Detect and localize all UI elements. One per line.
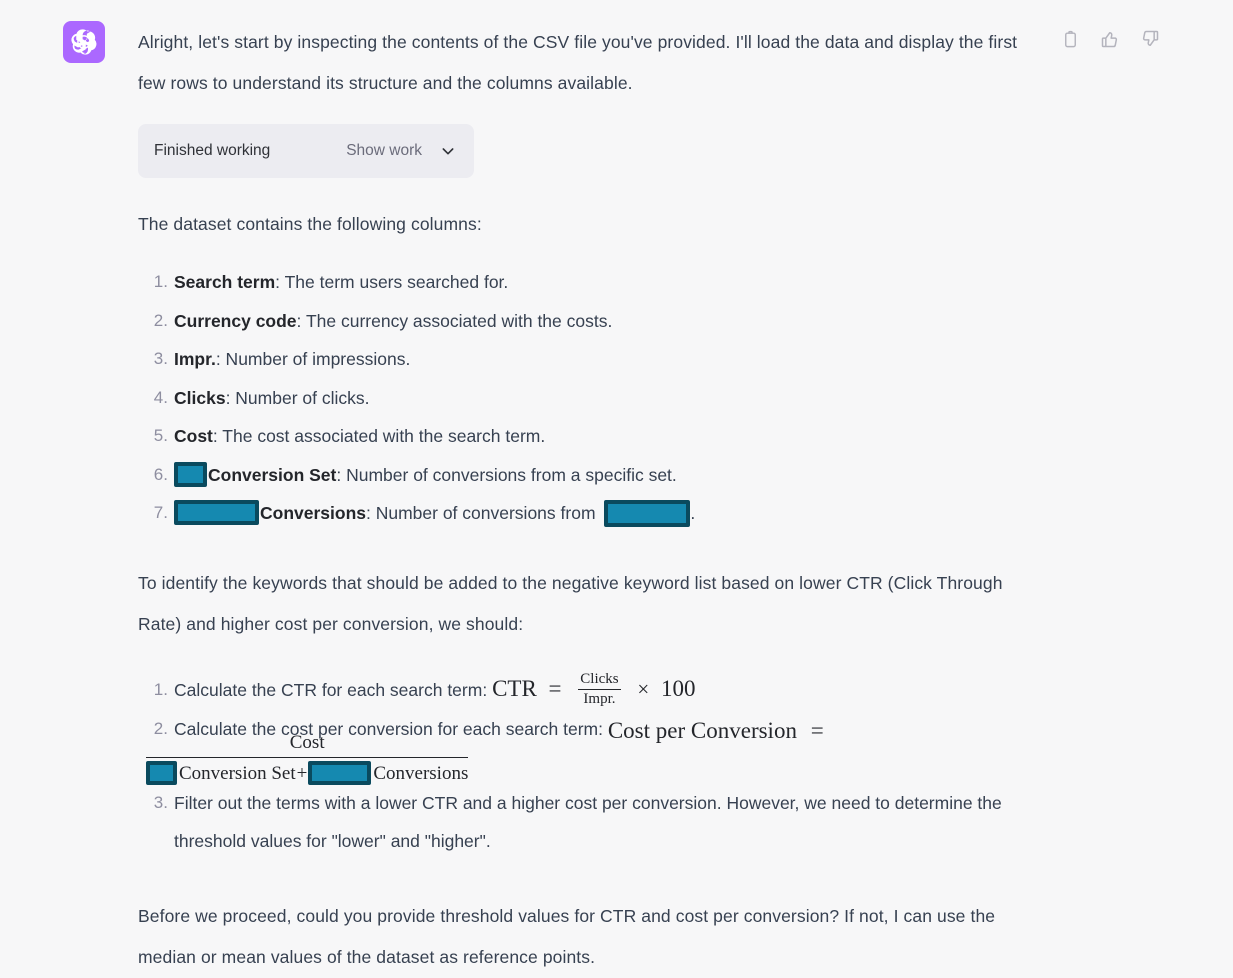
fraction-numerator: Clicks — [580, 671, 619, 688]
list-item: Currency code: The currency associated w… — [140, 302, 1038, 341]
column-desc: : Number of clicks. — [225, 387, 370, 408]
list-item: Filter out the terms with a lower CTR an… — [140, 784, 1038, 860]
formula-factor: 100 — [660, 676, 696, 702]
fraction-numerator: Cost — [289, 732, 325, 753]
redaction-box — [146, 760, 177, 785]
intro-paragraph: Alright, let's start by inspecting the c… — [138, 32, 1018, 93]
fraction-bar — [578, 689, 621, 691]
column-desc-tail: . — [690, 503, 696, 523]
assistant-avatar — [63, 21, 105, 63]
show-work-label[interactable]: Show work — [346, 142, 422, 160]
message-actions — [1059, 28, 1161, 50]
column-term: Currency code — [174, 310, 297, 331]
cpc-fraction: Cost Conversion Set + Conversions — [146, 731, 469, 787]
columns-list: Search term: The term users searched for… — [138, 263, 1038, 533]
cpc-fraction-block: Cost Conversion Set + Conversions — [146, 731, 469, 787]
redaction-box — [308, 760, 372, 785]
column-desc: : Number of conversions from — [366, 503, 601, 523]
message-body: Alright, let's start by inspecting the c… — [138, 22, 1038, 978]
column-term: Conversion Set — [208, 464, 337, 485]
list-item: Clicks: Number of clicks. — [140, 379, 1038, 418]
thumbs-down-icon[interactable] — [1139, 28, 1161, 50]
formula-lhs: Cost per Conversion — [607, 717, 797, 743]
formula-eq: = — [548, 676, 562, 702]
tool-run-status: Finished working — [154, 142, 271, 159]
copy-icon[interactable] — [1059, 28, 1081, 50]
list-item: Impr.: Number of impressions. — [140, 340, 1038, 379]
formula-eq: = — [810, 717, 824, 743]
column-desc: : The cost associated with the search te… — [212, 426, 546, 446]
chevron-down-icon[interactable] — [440, 143, 456, 159]
redaction-box — [604, 499, 691, 527]
denominator-term-a: Conversion Set — [179, 762, 296, 784]
cpc-formula-lhs: Cost per Conversion = — [608, 719, 824, 742]
column-desc: : The currency associated with the costs… — [296, 310, 613, 331]
ctr-formula: CTR = Clicks Impr. × 100 — [492, 671, 696, 710]
denominator-term-b: Conversions — [373, 762, 469, 784]
formula-lhs: CTR — [492, 676, 537, 702]
column-desc: : Number of impressions. — [215, 349, 411, 369]
thumbs-up-icon[interactable] — [1099, 28, 1121, 50]
list-item: Conversion Set: Number of conversions fr… — [140, 456, 1038, 495]
column-desc: : Number of conversions from a specific … — [336, 464, 677, 485]
closing-paragraph: Before we proceed, could you provide thr… — [138, 905, 996, 967]
formula-times: × — [637, 677, 650, 702]
column-term: Cost — [174, 426, 213, 446]
redaction-box — [174, 461, 207, 487]
tool-run-panel[interactable]: Finished working Show work — [138, 124, 474, 178]
chatgpt-logo-icon — [71, 29, 97, 55]
column-term: Impr. — [174, 349, 216, 369]
list-item: Calculate the CTR for each search term: … — [140, 671, 1038, 710]
identify-paragraph: To identify the keywords that should be … — [138, 572, 1003, 634]
column-term: Search term — [174, 272, 276, 292]
step-text: Filter out the terms with a lower CTR an… — [174, 792, 1002, 851]
column-term: Clicks — [174, 387, 226, 408]
column-desc: : The term users searched for. — [275, 272, 509, 292]
list-item: Search term: The term users searched for… — [140, 263, 1038, 302]
fraction-denominator: Conversion Set + Conversions — [146, 758, 468, 787]
assistant-message: Alright, let's start by inspecting the c… — [0, 0, 1233, 971]
step-text: Calculate the CTR for each search term: — [174, 679, 488, 700]
denominator-plus: + — [296, 762, 308, 784]
fraction-denominator: Impr. — [583, 691, 616, 708]
column-term: Conversions — [260, 503, 366, 523]
list-item: Cost: The cost associated with the searc… — [140, 417, 1038, 456]
columns-lead: The dataset contains the following colum… — [138, 214, 482, 234]
redaction-box — [174, 500, 259, 526]
list-item: Conversions: Number of conversions from … — [140, 494, 1038, 533]
formula-fraction: Clicks Impr. — [578, 671, 621, 709]
